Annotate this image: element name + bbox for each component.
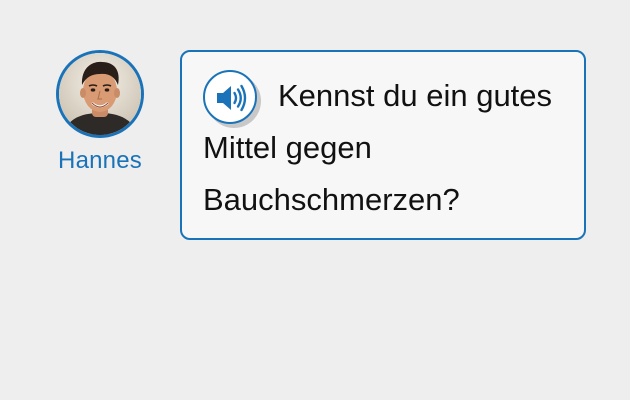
speaker-name: Hannes [58,147,142,174]
speaker-volume-icon [217,84,247,112]
avatar [56,50,144,138]
person-photo-icon [59,53,141,135]
dialogue-page: Hannes Kennst du ein gutes Mittel gegen … [0,0,630,400]
speech-bubble: Kennst du ein gutes Mittel gegen Bauchsc… [180,50,586,240]
message-line: Bauchschmerzen? [203,182,460,217]
play-audio-button[interactable] [203,70,257,124]
message-line: Mittel gegen [203,130,372,165]
message-line: Kennst du ein gutes [278,78,553,113]
